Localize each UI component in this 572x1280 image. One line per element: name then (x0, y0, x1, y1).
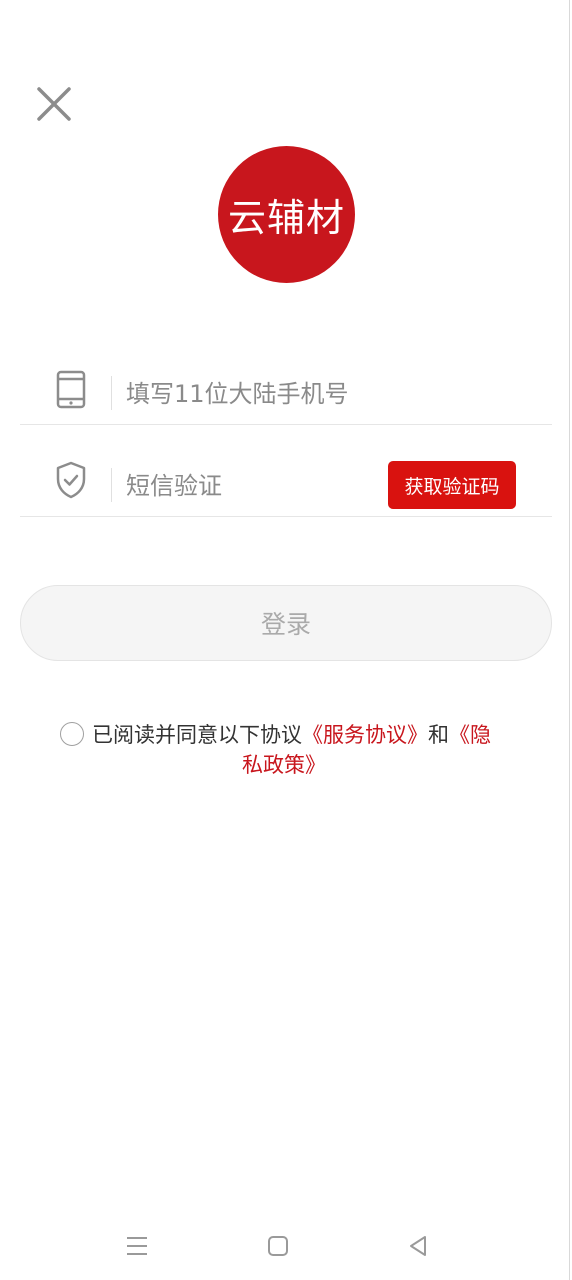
sms-code-input[interactable] (126, 464, 366, 508)
logo-text: 云辅材 (227, 196, 345, 240)
edge-line (569, 0, 570, 1280)
field-separator (111, 468, 112, 502)
system-navbar (0, 1220, 572, 1270)
field-separator (111, 376, 112, 410)
agreement-text-line1: 已阅读并同意以下协议《服务协议》和《隐 (92, 720, 491, 750)
shield-check-icon (54, 460, 88, 500)
login-page: 云辅材 获取验证码 登录 已阅读并同意以下协议《服务协议》和《隐 (0, 0, 572, 1280)
privacy-policy-link-part2[interactable]: 私政策》 (242, 753, 326, 777)
agreement-radio[interactable] (60, 722, 84, 746)
code-field-row: 获取验证码 (20, 426, 552, 517)
app-logo: 云辅材 (218, 146, 355, 283)
close-icon[interactable] (30, 80, 78, 128)
phone-field-row (20, 334, 552, 425)
agreement-prefix: 已阅读并同意以下协议 (92, 723, 302, 747)
agreement-text-line2: 私政策》 (242, 750, 326, 780)
privacy-policy-link-part1[interactable]: 《隐 (449, 723, 491, 747)
login-button[interactable]: 登录 (20, 585, 552, 661)
menu-icon[interactable] (123, 1232, 151, 1260)
back-triangle-icon[interactable] (404, 1232, 432, 1260)
service-agreement-link[interactable]: 《服务协议》 (302, 723, 428, 747)
phone-input[interactable] (126, 372, 376, 416)
agreement-conjunction: 和 (428, 723, 449, 747)
home-square-icon[interactable] (264, 1232, 292, 1260)
phone-icon (54, 370, 88, 410)
get-code-button[interactable]: 获取验证码 (388, 461, 516, 509)
